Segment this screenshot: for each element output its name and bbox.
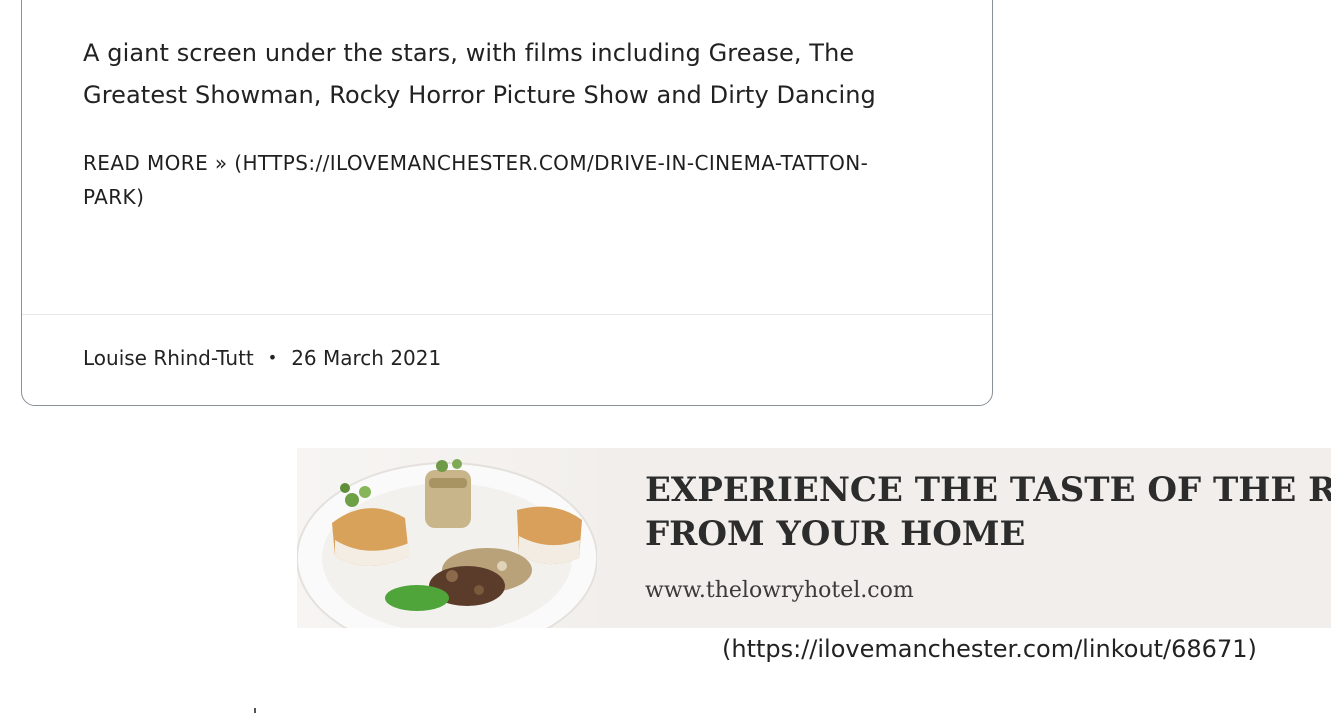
read-more-link[interactable]: READ MORE » (HTTPS://ILOVEMANCHESTER.COM… (83, 146, 923, 214)
article-meta: Louise Rhind-Tutt • 26 March 2021 (83, 341, 441, 375)
meta-separator: • (267, 348, 278, 367)
article-excerpt: A giant screen under the stars, with fil… (83, 39, 876, 109)
decorative-mark (254, 708, 256, 713)
article-card: A giant screen under the stars, with fil… (21, 0, 993, 406)
article-card-body: A giant screen under the stars, with fil… (83, 32, 943, 214)
advert-headline: EXPERIENCE THE TASTE OF THE RIVER FROM Y… (645, 470, 1331, 554)
advert-url: www.thelowryhotel.com (645, 578, 914, 603)
food-photo-image (297, 448, 598, 628)
article-author: Louise Rhind-Tutt (83, 346, 254, 370)
advert-link-text[interactable]: (https://ilovemanchester.com/linkout/686… (722, 632, 1257, 666)
article-date: 26 March 2021 (291, 346, 442, 370)
food-plate-icon (297, 459, 598, 628)
advert-banner[interactable]: EXPERIENCE THE TASTE OF THE RIVER FROM Y… (297, 448, 1331, 628)
card-divider (22, 314, 992, 315)
